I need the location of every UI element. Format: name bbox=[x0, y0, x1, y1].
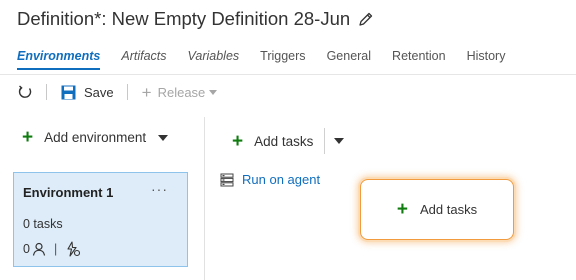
title-row: Definition*: New Empty Definition 28-Jun bbox=[17, 6, 374, 32]
agent-server-icon bbox=[220, 173, 234, 187]
tab-general[interactable]: General bbox=[327, 49, 371, 63]
add-tasks-label: Add tasks bbox=[254, 133, 314, 149]
chevron-down-icon[interactable] bbox=[334, 138, 345, 144]
tab-variables[interactable]: Variables bbox=[188, 49, 240, 63]
add-tasks-split-button: + Add tasks bbox=[232, 128, 345, 154]
pencil-icon[interactable] bbox=[358, 11, 374, 27]
plus-icon: + bbox=[22, 127, 34, 148]
save-button[interactable]: Save bbox=[61, 85, 114, 100]
environment-meta: 0 | bbox=[23, 241, 81, 257]
release-label: Release bbox=[157, 84, 206, 100]
meta-separator: | bbox=[53, 242, 58, 256]
deployment-conditions-icon[interactable] bbox=[65, 241, 81, 257]
save-label: Save bbox=[84, 84, 114, 100]
tab-environments[interactable]: Environments bbox=[17, 49, 100, 70]
run-on-agent-label: Run on agent bbox=[242, 172, 321, 187]
add-environment-button[interactable]: + Add environment bbox=[22, 127, 169, 148]
active-tab-underline bbox=[17, 68, 100, 70]
approvers-count: 0 bbox=[23, 242, 30, 256]
definition-tabs: Environments Artifacts Variables Trigger… bbox=[17, 47, 526, 70]
tab-triggers[interactable]: Triggers bbox=[260, 49, 305, 63]
chevron-down-icon bbox=[209, 89, 218, 95]
add-tasks-button[interactable]: + Add tasks bbox=[232, 132, 313, 151]
tab-history[interactable]: History bbox=[467, 49, 506, 63]
split-separator bbox=[324, 128, 326, 154]
tab-artifacts[interactable]: Artifacts bbox=[121, 49, 166, 63]
add-tasks-placeholder-button[interactable]: + Add tasks bbox=[360, 179, 514, 240]
tab-retention[interactable]: Retention bbox=[392, 49, 446, 63]
column-divider bbox=[204, 117, 205, 280]
plus-icon: + bbox=[141, 82, 152, 102]
add-environment-label: Add environment bbox=[44, 130, 147, 145]
chevron-down-icon[interactable] bbox=[158, 134, 169, 141]
refresh-button[interactable] bbox=[17, 84, 33, 100]
toolbar-divider bbox=[0, 74, 576, 75]
toolbar-separator bbox=[46, 84, 47, 100]
page-title: Definition*: New Empty Definition 28-Jun bbox=[17, 8, 351, 29]
plus-icon: + bbox=[232, 130, 244, 152]
more-options-icon[interactable]: ··· bbox=[151, 181, 168, 197]
save-icon bbox=[61, 85, 76, 100]
environment-card[interactable]: Environment 1 ··· 0 tasks 0 | bbox=[13, 172, 188, 267]
release-button[interactable]: + Release bbox=[142, 84, 218, 101]
environment-name: Environment 1 bbox=[23, 185, 114, 200]
environment-task-count: 0 tasks bbox=[23, 217, 63, 231]
person-icon[interactable] bbox=[32, 242, 46, 256]
add-tasks-box-label: Add tasks bbox=[420, 202, 478, 217]
run-on-agent-link[interactable]: Run on agent bbox=[220, 172, 320, 187]
toolbar-separator bbox=[126, 84, 128, 100]
toolbar: Save + Release bbox=[17, 81, 218, 103]
refresh-icon bbox=[18, 85, 32, 98]
plus-icon: + bbox=[396, 199, 408, 220]
